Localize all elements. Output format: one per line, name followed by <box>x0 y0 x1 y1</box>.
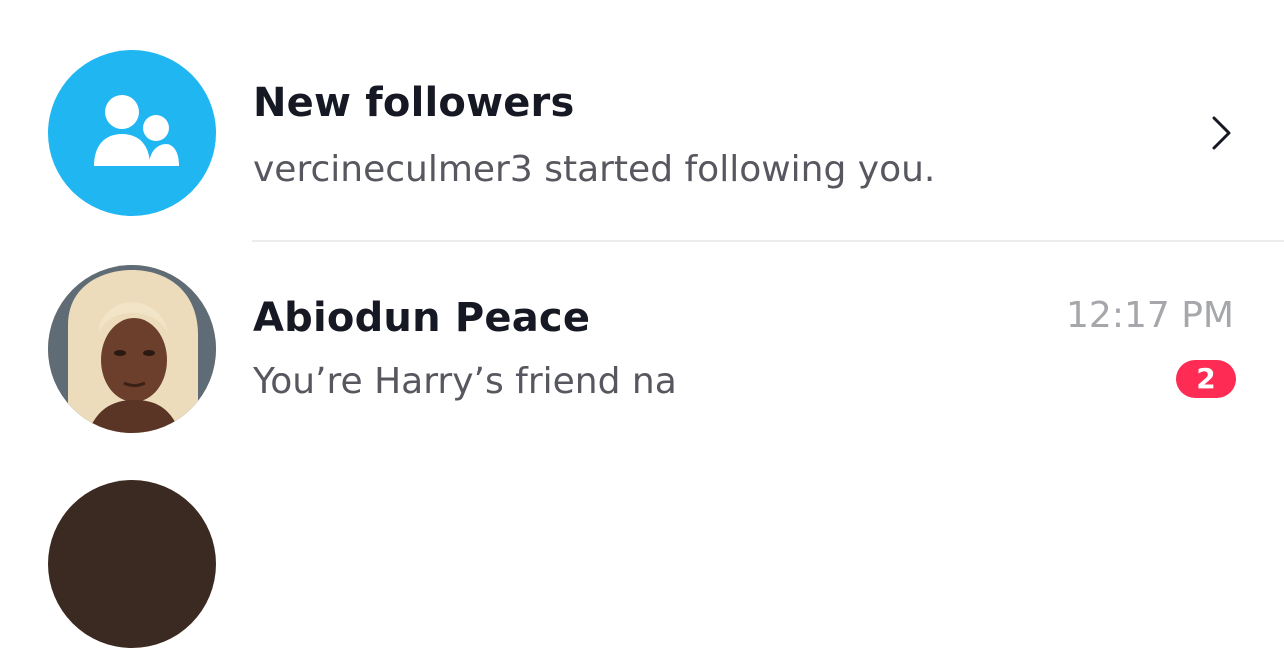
chevron-right-icon[interactable] <box>1205 113 1235 153</box>
new-followers-subtitle: vercineculmer3 started following you. <box>253 149 936 190</box>
followers-icon <box>94 95 179 166</box>
conversation-name: Abiodun Peace <box>253 295 591 341</box>
followers-icon-circle <box>48 50 216 216</box>
avatar-photo <box>48 265 216 433</box>
new-followers-title: New followers <box>253 80 575 126</box>
conversation-row[interactable]: Abiodun Peace You’re Harry’s friend na 1… <box>0 265 1284 433</box>
next-user-avatar[interactable] <box>48 480 216 648</box>
conversation-time: 12:17 PM <box>1066 295 1234 336</box>
divider <box>252 240 1284 242</box>
user-avatar[interactable] <box>48 265 216 433</box>
conversation-last-message: You’re Harry’s friend na <box>253 361 677 402</box>
unread-count-badge: 2 <box>1176 360 1236 398</box>
new-followers-row[interactable]: New followers vercineculmer3 started fol… <box>0 50 1284 216</box>
